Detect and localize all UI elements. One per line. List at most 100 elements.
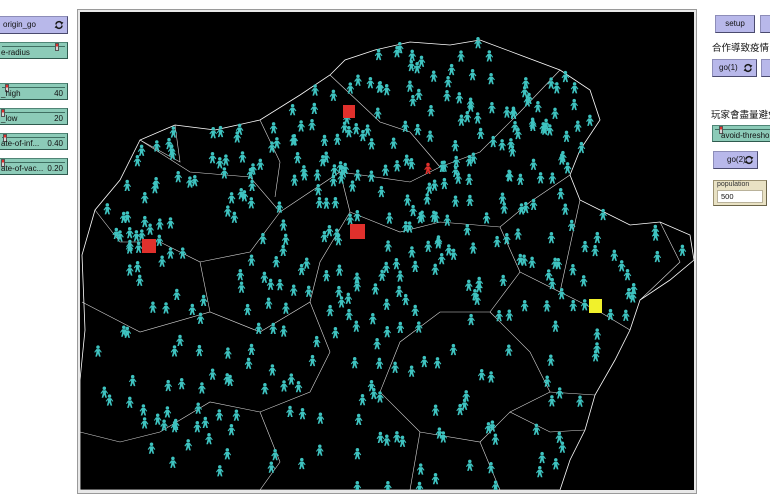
- population-field[interactable]: 500: [717, 190, 763, 203]
- person-icon: [576, 395, 584, 407]
- person-icon: [335, 264, 344, 276]
- person-icon: [294, 381, 303, 393]
- person-icon: [532, 423, 541, 435]
- person-icon: [407, 59, 416, 72]
- county-border: [259, 411, 281, 490]
- person-icon: [227, 192, 236, 204]
- person-icon: [493, 235, 501, 248]
- person-icon: [581, 240, 589, 253]
- person-icon: [381, 164, 390, 176]
- setup-button[interactable]: setup: [715, 15, 755, 33]
- person-icon: [503, 106, 511, 118]
- person-icon: [198, 382, 206, 394]
- person-icon: [350, 357, 359, 369]
- person-icon: [233, 131, 242, 143]
- person-icon: [125, 396, 134, 408]
- person-icon: [331, 197, 340, 209]
- person-icon: [573, 120, 582, 132]
- person-icon: [457, 114, 466, 126]
- person-icon: [420, 355, 429, 368]
- person-icon: [215, 157, 224, 169]
- county-border: [489, 311, 551, 413]
- population-input[interactable]: population 500: [713, 180, 767, 206]
- person-icon: [546, 354, 555, 366]
- person-icon: [302, 257, 311, 269]
- slider-thumb[interactable]: [54, 43, 59, 51]
- slider-low[interactable]: _low 20: [0, 108, 68, 125]
- person-icon: [196, 312, 205, 324]
- slider-avoid-threshold[interactable]: avoid-thresho: [712, 125, 770, 142]
- person-icon: [556, 187, 565, 200]
- person-icon: [431, 404, 440, 416]
- person-icon: [451, 195, 460, 207]
- go1-button[interactable]: go(1): [712, 59, 757, 77]
- person-icon: [353, 481, 362, 490]
- person-icon: [260, 271, 269, 283]
- person-icon: [177, 377, 186, 390]
- person-icon: [353, 280, 361, 292]
- person-icon: [427, 104, 435, 117]
- person-icon: [623, 268, 632, 281]
- slider-e-radius[interactable]: e-radius: [0, 42, 68, 59]
- person-icon: [580, 299, 589, 311]
- origin-go-button[interactable]: origin_go: [0, 16, 68, 34]
- person-icon: [230, 211, 239, 223]
- person-icon: [205, 432, 213, 445]
- person-icon: [314, 184, 323, 196]
- person-icon: [166, 217, 175, 229]
- person-icon: [593, 328, 602, 340]
- person-icon: [411, 304, 420, 316]
- person-icon: [166, 247, 175, 259]
- person-icon: [579, 275, 588, 287]
- person-icon: [474, 37, 482, 49]
- person-icon: [529, 158, 538, 170]
- person-icon: [311, 84, 319, 96]
- infected-patch: [142, 239, 156, 253]
- slider-rate-of-vaccination[interactable]: ate-of-vac... 0.20: [0, 158, 68, 175]
- person-icon: [272, 255, 281, 268]
- county-border: [409, 431, 421, 490]
- person-icon: [353, 209, 362, 222]
- partial-button[interactable]: [760, 15, 770, 33]
- person-icon: [367, 138, 376, 150]
- person-icon: [426, 130, 434, 142]
- person-icon: [100, 386, 109, 398]
- county-border: [639, 221, 681, 301]
- person-icon: [433, 357, 442, 369]
- person-icon: [194, 402, 203, 414]
- person-icon: [569, 299, 578, 312]
- person-icon: [223, 448, 232, 460]
- person-icon: [199, 294, 208, 306]
- person-icon: [367, 170, 376, 182]
- person-icon: [464, 279, 473, 291]
- person-icon: [414, 88, 423, 100]
- slider-rate-of-infection[interactable]: ate-of-inf... 0.40: [0, 133, 68, 150]
- person-icon: [223, 205, 232, 217]
- person-icon: [304, 285, 313, 297]
- person-icon: [220, 167, 229, 179]
- person-icon: [411, 260, 420, 272]
- person-icon: [293, 152, 302, 164]
- person-icon: [320, 134, 329, 146]
- person-icon: [653, 250, 662, 263]
- button-label: go(1): [719, 63, 738, 72]
- button-label: go(2): [727, 155, 746, 164]
- person-icon: [528, 256, 536, 268]
- person-icon: [208, 368, 217, 380]
- go2-button[interactable]: go(2): [713, 151, 758, 169]
- person-icon: [133, 154, 142, 167]
- slider-high[interactable]: _high 40: [0, 83, 68, 100]
- county-border: [199, 211, 281, 263]
- partial-button[interactable]: [761, 59, 770, 77]
- person-icon: [403, 194, 412, 206]
- person-icon: [491, 433, 500, 445]
- person-icon: [551, 107, 559, 119]
- person-icon: [172, 288, 181, 300]
- person-icon: [414, 321, 423, 333]
- cooperation-note: 合作導致疫情: [712, 43, 770, 54]
- person-icon: [354, 74, 362, 86]
- world-view[interactable]: [80, 12, 694, 490]
- person-icon: [534, 100, 542, 113]
- person-icon: [408, 246, 416, 258]
- person-icon: [562, 130, 571, 142]
